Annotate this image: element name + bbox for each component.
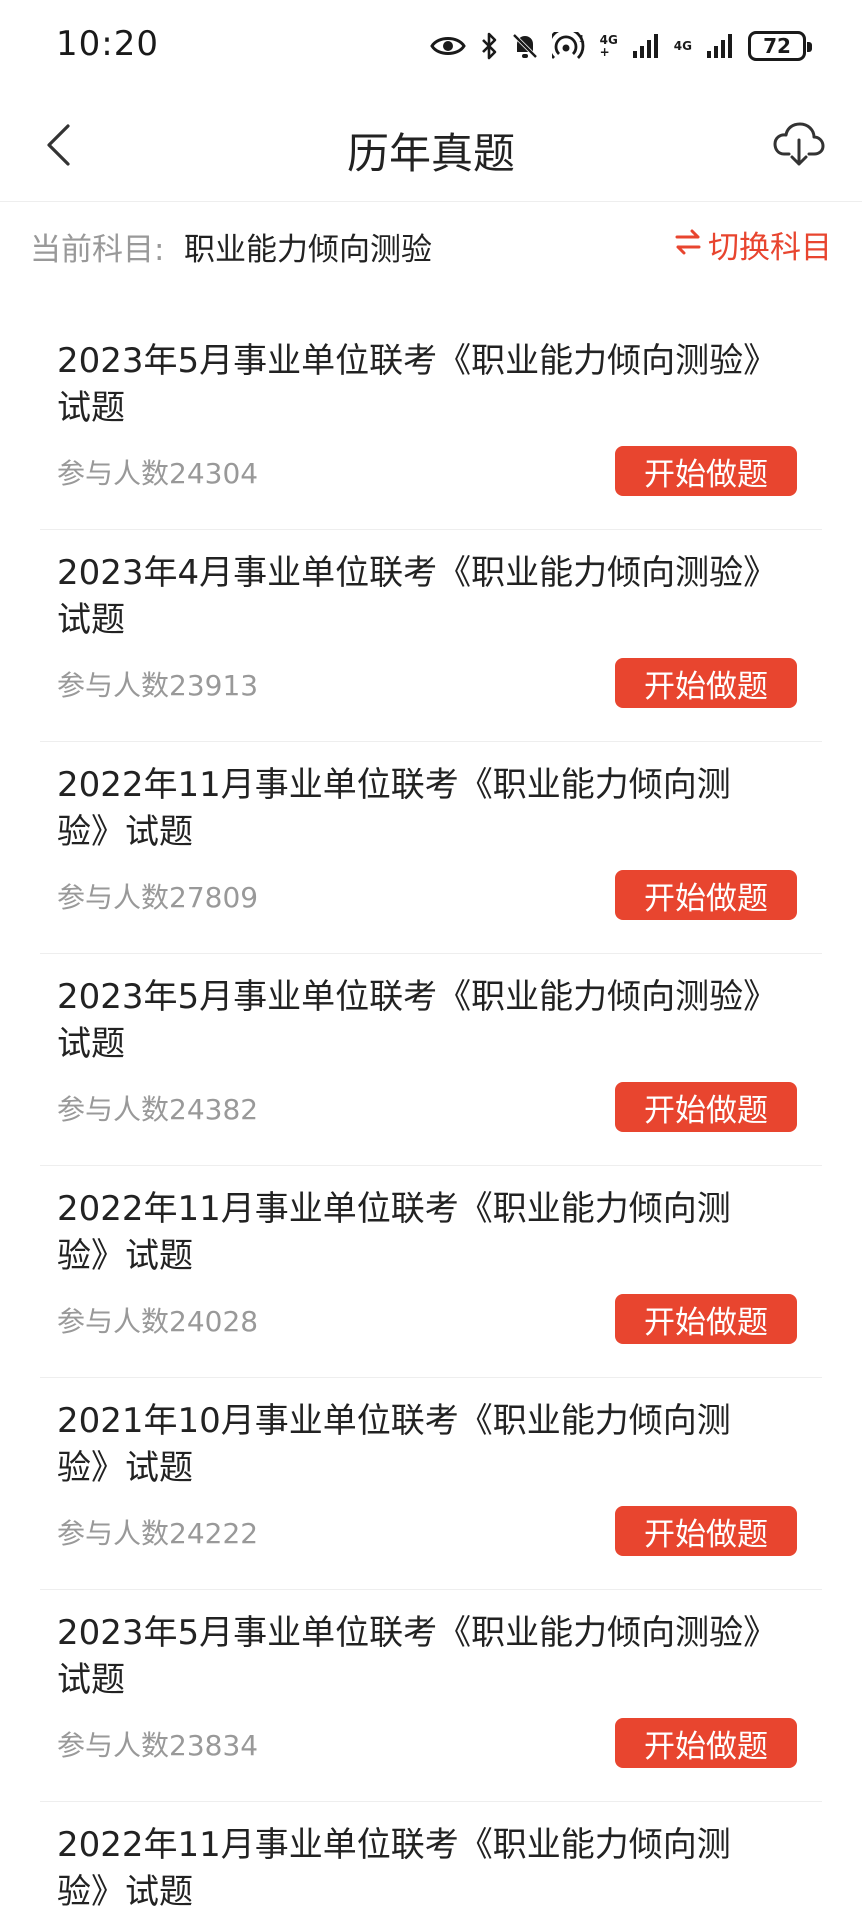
start-button[interactable]: 开始做题: [615, 658, 797, 708]
participant-count: 参与人数27809: [57, 881, 259, 914]
paper-title: 2021年10月事业单位联考《职业能力倾向测验》试题: [57, 1401, 731, 1488]
participant-count: 参与人数24304: [57, 457, 259, 490]
subject-value: 职业能力倾向测验: [184, 232, 432, 268]
list-item[interactable]: 2021年10月事业单位联考《职业能力倾向测验》试题 参与人数24222 开始做…: [40, 1378, 822, 1590]
bluetooth-icon: [480, 32, 498, 60]
paper-title: 2022年11月事业单位联考《职业能力倾向测验》试题: [57, 1825, 731, 1912]
start-button[interactable]: 开始做题: [615, 446, 797, 496]
start-button[interactable]: 开始做题: [615, 1718, 797, 1768]
list-item[interactable]: 2022年11月事业单位联考《职业能力倾向测验》试题 参与人数27809 开始做…: [40, 742, 822, 954]
paper-title: 2023年5月事业单位联考《职业能力倾向测验》试题: [57, 977, 761, 1064]
page-title: 历年真题: [346, 129, 515, 178]
paper-title: 2022年11月事业单位联考《职业能力倾向测验》试题: [57, 765, 731, 852]
network-type-1: 4G +: [599, 33, 618, 59]
paper-title: 2023年5月事业单位联考《职业能力倾向测验》试题: [57, 341, 761, 428]
cloud-download-icon: [773, 122, 825, 172]
download-button[interactable]: [766, 114, 832, 180]
paper-list: 2023年5月事业单位联考《职业能力倾向测验》试题 参与人数24304 开始做题…: [40, 318, 822, 1920]
start-button[interactable]: 开始做题: [615, 1082, 797, 1132]
start-button[interactable]: 开始做题: [615, 1294, 797, 1344]
participant-count: 参与人数24382: [57, 1093, 259, 1126]
status-bar: 10:20 1 4G + 4G 72: [0, 0, 862, 92]
signal-icon: [706, 33, 734, 59]
hotspot-icon: 1: [551, 32, 586, 60]
participant-count: 参与人数23913: [57, 669, 259, 702]
subject-bar: 当前科目: 职业能力倾向测验 切换科目: [0, 202, 862, 288]
bell-off-icon: [512, 32, 538, 60]
paper-title: 2022年11月事业单位联考《职业能力倾向测验》试题: [57, 1189, 731, 1276]
paper-title: 2023年4月事业单位联考《职业能力倾向测验》试题: [57, 553, 761, 640]
participant-count: 参与人数24028: [57, 1305, 259, 1338]
participant-count: 参与人数24222: [57, 1517, 259, 1550]
paper-title: 2023年5月事业单位联考《职业能力倾向测验》试题: [57, 1613, 761, 1700]
subject-label: 当前科目:: [30, 232, 165, 268]
network-type-2: 4G: [673, 39, 692, 53]
battery-icon: 72: [748, 31, 812, 61]
participant-count: 参与人数23834: [57, 1729, 259, 1762]
list-item[interactable]: 2023年4月事业单位联考《职业能力倾向测验》试题 参与人数23913 开始做题: [40, 530, 822, 742]
eye-icon: [429, 34, 466, 58]
switch-subject-button[interactable]: 切换科目: [674, 222, 832, 267]
start-button[interactable]: 开始做题: [615, 1506, 797, 1556]
switch-subject-label: 切换科目: [708, 230, 832, 266]
list-item[interactable]: 2022年11月事业单位联考《职业能力倾向测验》试题: [40, 1802, 822, 1920]
header: 历年真题: [0, 92, 862, 202]
list-item[interactable]: 2023年5月事业单位联考《职业能力倾向测验》试题 参与人数24304 开始做题: [40, 318, 822, 530]
signal-icon: [632, 33, 660, 59]
status-icons: 1 4G + 4G 72: [429, 26, 812, 66]
list-item[interactable]: 2023年5月事业单位联考《职业能力倾向测验》试题 参与人数24382 开始做题: [40, 954, 822, 1166]
list-item[interactable]: 2023年5月事业单位联考《职业能力倾向测验》试题 参与人数23834 开始做题: [40, 1590, 822, 1802]
list-item[interactable]: 2022年11月事业单位联考《职业能力倾向测验》试题 参与人数24028 开始做…: [40, 1166, 822, 1378]
status-time: 10:20: [56, 24, 159, 64]
start-button[interactable]: 开始做题: [615, 870, 797, 920]
battery-level: 72: [763, 34, 791, 58]
svg-text:1: 1: [579, 34, 585, 45]
swap-icon: [674, 227, 702, 263]
